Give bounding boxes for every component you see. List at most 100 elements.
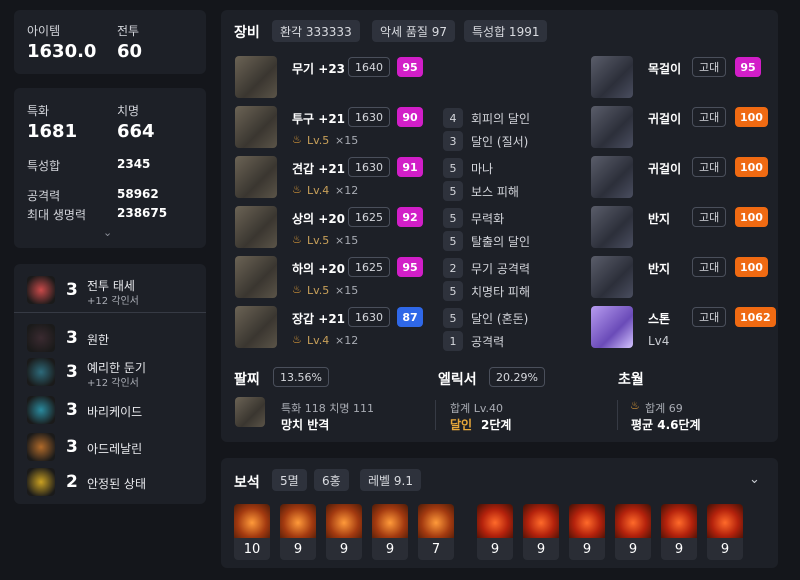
engraving-name: 아드레날린 (87, 442, 143, 456)
flame-icon: ♨ (292, 233, 302, 246)
accessory-quality: 100 (735, 107, 768, 127)
accessory-quality: 1062 (735, 307, 776, 327)
chip-gem-level: 레벨 9.1 (360, 469, 421, 491)
chevron-down-icon[interactable]: ⌄ (749, 472, 760, 487)
gem-level: 9 (490, 541, 500, 557)
effect-name: 무기 공격력 (471, 262, 531, 276)
elixir-label: 엘릭서 (438, 372, 477, 388)
equipment-title: 장비 (234, 25, 260, 41)
accessory-quality: 100 (735, 157, 768, 177)
gem-item[interactable]: 9 (523, 504, 559, 560)
accessory-name: 귀걸이 (648, 162, 682, 176)
gems-panel: 보석 5멸 6홍 레벨 9.1 ⌄ 10 9 9 9 7 9 9 9 9 9 9 (221, 458, 778, 568)
engraving-book: +12 각인서 (87, 378, 139, 389)
chip-myeol: 5멸 (272, 469, 307, 491)
engraving-icon[interactable] (27, 433, 55, 461)
accessory-icon[interactable] (591, 206, 633, 248)
effect-level: 4 (443, 108, 463, 128)
bracelet-stats: 특화 118 치명 111 (281, 402, 374, 415)
gear-tier: Lv.4 (307, 334, 330, 347)
gear-tier: Lv.5 (307, 284, 330, 297)
effect-level: 5 (443, 281, 463, 301)
gear-item-icon[interactable] (235, 206, 277, 248)
accessory-grade: 고대 (692, 107, 727, 127)
combat-level-label: 전투 (117, 24, 140, 38)
effect-name: 달인 (혼돈) (471, 312, 529, 326)
engraving-icon[interactable] (27, 468, 55, 496)
gear-name: 투구 +21 (292, 112, 346, 126)
engraving-level: 3 (66, 400, 78, 420)
effect-level: 5 (443, 231, 463, 251)
gem-icon (569, 504, 605, 538)
accessory-name: 목걸이 (648, 62, 682, 76)
chip-stat-total: 특성합 1991 (464, 20, 548, 42)
accessory-icon[interactable] (591, 106, 633, 148)
gem-item[interactable]: 7 (418, 504, 454, 560)
gear-item-icon[interactable] (235, 106, 277, 148)
gem-item[interactable]: 9 (326, 504, 362, 560)
transcend-divider (617, 400, 618, 430)
accessory-name: 스톤 (648, 312, 671, 326)
stats-panel: 특화 1681 치명 664 특성합 2345 공격력 58962 최대 생명력… (14, 88, 206, 248)
effect-level: 5 (443, 158, 463, 178)
accessory-icon[interactable] (591, 156, 633, 198)
engraving-icon[interactable] (27, 324, 55, 352)
gem-item[interactable]: 10 (234, 504, 270, 560)
chevron-down-icon[interactable]: ⌄ (103, 226, 112, 239)
flame-icon: ♨ (292, 333, 302, 346)
engraving-level: 3 (66, 362, 78, 382)
gear-name: 장갑 +21 (292, 312, 346, 326)
effect-name: 탈출의 달인 (471, 235, 531, 249)
gem-level: 9 (339, 541, 349, 557)
engraving-icon[interactable] (27, 276, 55, 304)
transcend-flame-icon: ♨ (630, 399, 640, 412)
engraving-level: 2 (66, 472, 78, 492)
gem-icon (234, 504, 270, 538)
elixir-pct: 20.29% (489, 367, 545, 387)
gem-item[interactable]: 9 (707, 504, 743, 560)
accessory-grade: 고대 (692, 57, 727, 77)
accessory-name: 반지 (648, 262, 671, 276)
elixir-effect-name: 달인 (450, 418, 473, 432)
gear-item-icon[interactable] (235, 156, 277, 198)
gem-item[interactable]: 9 (477, 504, 513, 560)
gear-tier: Lv.5 (307, 134, 330, 147)
gear-item-icon[interactable] (235, 256, 277, 298)
gem-level: 9 (385, 541, 395, 557)
gear-item-icon[interactable] (235, 306, 277, 348)
gem-item[interactable]: 9 (615, 504, 651, 560)
gear-item-level: 1625 (348, 207, 390, 227)
accessory-icon[interactable] (591, 256, 633, 298)
transcend-label: 초월 (618, 372, 644, 388)
engraving-level: 3 (66, 280, 78, 300)
engraving-icon[interactable] (27, 358, 55, 386)
gear-item-level: 1640 (348, 57, 390, 77)
engravings-panel: 3 전투 태세 +12 각인서 3 원한 3 예리한 둔기 +12 각인서 3 바리케이드 3 아드레… (14, 264, 206, 504)
gem-item[interactable]: 9 (280, 504, 316, 560)
gem-item[interactable]: 9 (661, 504, 697, 560)
gem-icon (418, 504, 454, 538)
gem-icon (523, 504, 559, 538)
gear-quality: 90 (397, 107, 423, 127)
accessory-grade: 고대 (692, 257, 727, 277)
crit-value: 1681 (27, 121, 78, 142)
bracelet-icon[interactable] (235, 397, 265, 427)
gear-tier: Lv.4 (307, 184, 330, 197)
bracelet-effects: 망치 반격 (281, 418, 330, 432)
attack-value: 58962 (117, 187, 159, 201)
effect-level: 2 (443, 258, 463, 278)
engraving-icon[interactable] (27, 396, 55, 424)
engraving-book: +12 각인서 (87, 296, 139, 307)
gem-item[interactable]: 9 (372, 504, 408, 560)
gear-name: 무기 +23 (292, 62, 346, 76)
gem-icon (372, 504, 408, 538)
accessory-icon[interactable] (591, 56, 633, 98)
accessory-quality: 100 (735, 207, 768, 227)
gem-item[interactable]: 9 (569, 504, 605, 560)
crit-label: 특화 (27, 104, 50, 118)
gem-level: 9 (674, 541, 684, 557)
accessory-icon[interactable] (591, 306, 633, 348)
gear-name: 하의 +20 (292, 262, 346, 276)
gear-item-icon[interactable] (235, 56, 277, 98)
gem-level: 9 (293, 541, 303, 557)
